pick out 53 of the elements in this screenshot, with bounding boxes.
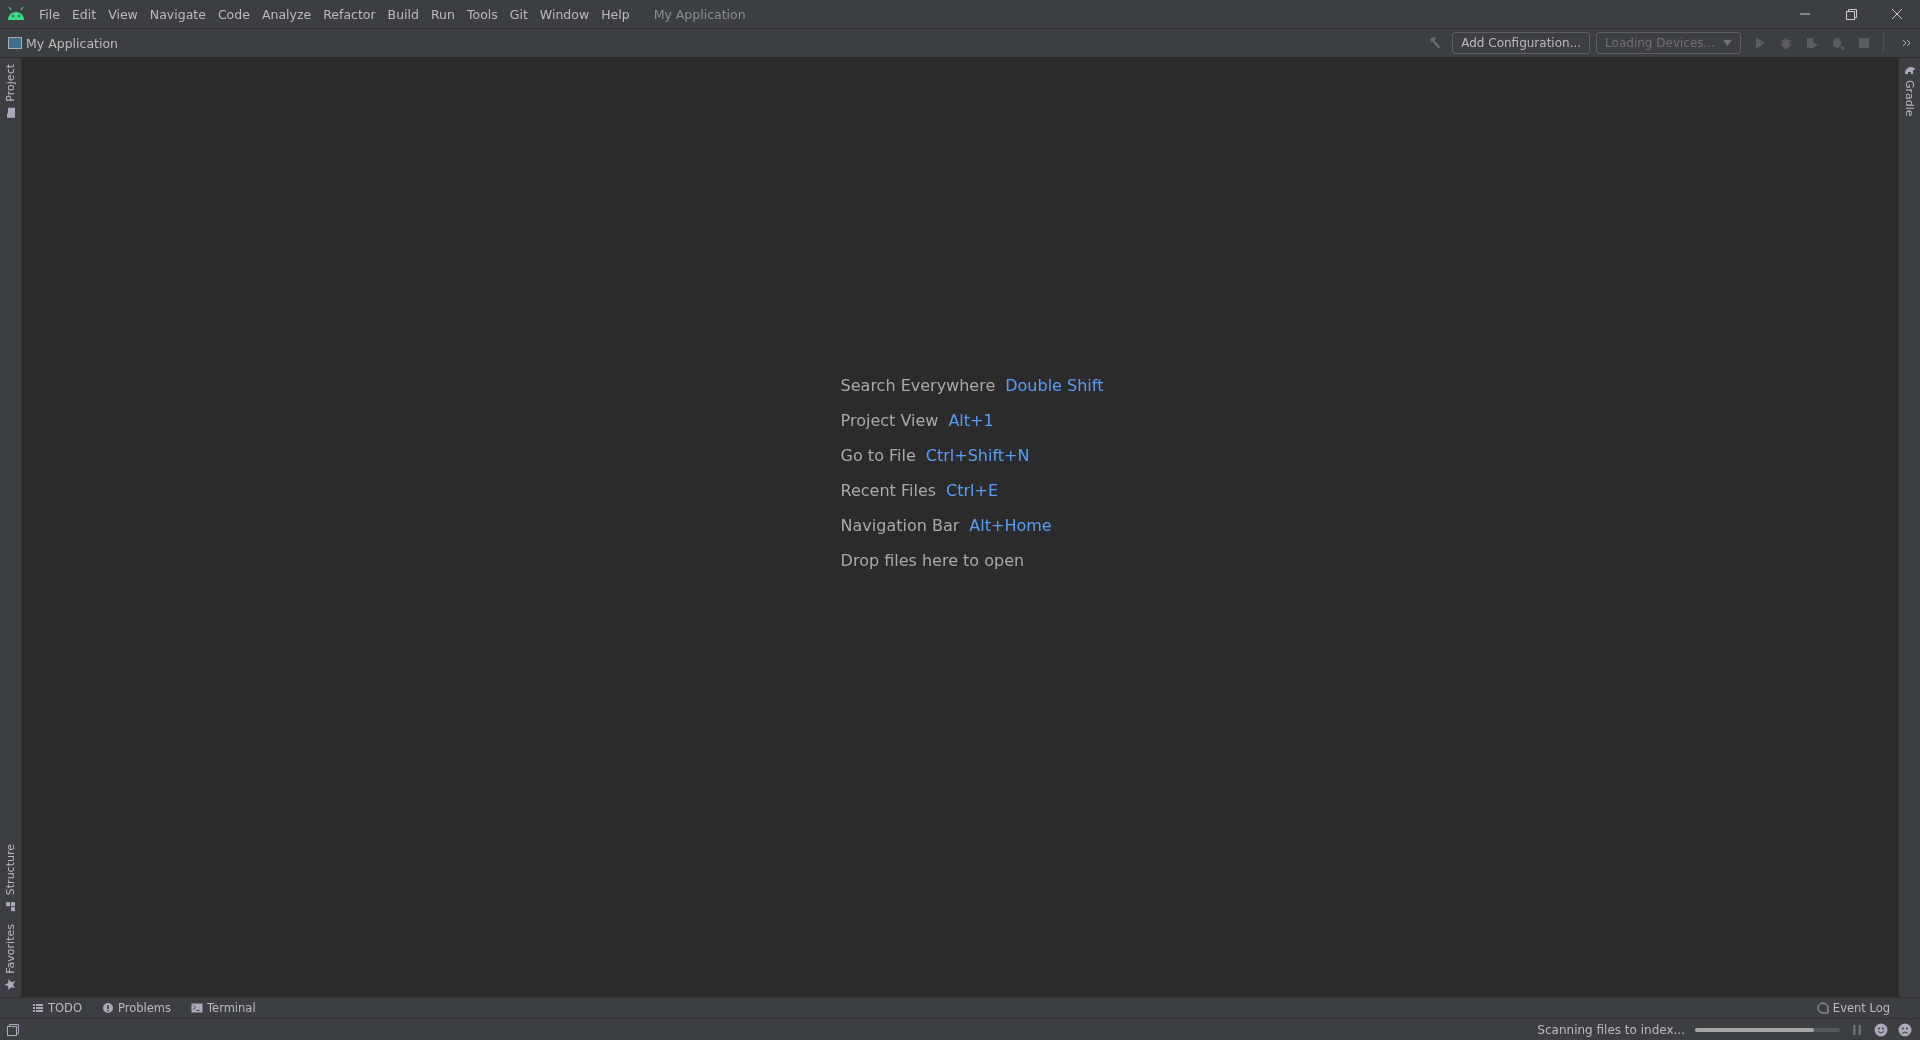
hint-label: Search Everywhere	[840, 375, 996, 395]
hint-label: Go to File	[840, 445, 916, 465]
tool-window-tab[interactable]: Gradle	[1903, 58, 1916, 123]
tool-window-tab[interactable]: Structure	[4, 838, 17, 919]
smile-icon[interactable]	[1874, 1022, 1888, 1037]
menu-item[interactable]: Code	[211, 6, 256, 22]
tool-window-tab[interactable]: Problems	[102, 1001, 171, 1015]
menu-item[interactable]: Run	[425, 6, 461, 22]
tool-window-tab[interactable]: Project	[4, 58, 17, 125]
menu-item[interactable]: Window	[533, 6, 596, 22]
hint-label: Project View	[840, 410, 939, 430]
event-log-tab[interactable]: Event Log	[1816, 1001, 1890, 1015]
menu-item[interactable]: Help	[595, 6, 636, 22]
chevron-icon[interactable]	[1902, 38, 1912, 48]
hint-label: Recent Files	[840, 480, 937, 500]
menu-item[interactable]: Tools	[460, 6, 504, 22]
shortcut-text: Alt+Home	[969, 515, 1052, 535]
terminal-icon	[191, 1002, 203, 1014]
speech-bubble-icon	[1816, 1002, 1829, 1014]
status-text: Scanning files to index...	[1537, 1022, 1685, 1037]
add-configuration-button[interactable]: Add Configuration...	[1452, 32, 1591, 54]
window-icon	[8, 37, 22, 49]
menu-item[interactable]: Refactor	[317, 6, 382, 22]
bug-icon[interactable]	[1778, 35, 1794, 51]
shortcut-text: Ctrl+Shift+N	[925, 445, 1030, 465]
panel-toggle-icon[interactable]	[6, 1022, 20, 1037]
menu-item[interactable]: Navigate	[143, 6, 212, 22]
menu-item[interactable]: Analyze	[255, 6, 318, 22]
pause-icon[interactable]	[1850, 1022, 1864, 1037]
window-title: My Application	[653, 6, 746, 22]
alert-icon	[102, 1002, 114, 1014]
shortcut-text: Ctrl+E	[946, 480, 999, 500]
tool-window-tab[interactable]: TODO	[32, 1001, 82, 1015]
menu-item[interactable]: Build	[381, 6, 425, 22]
menu-item[interactable]: View	[102, 6, 144, 22]
tool-window-tab[interactable]: Terminal	[191, 1001, 256, 1015]
project-name[interactable]: My Application	[26, 35, 118, 51]
frown-icon[interactable]	[1898, 1022, 1912, 1037]
android-logo-icon	[7, 7, 25, 21]
folder-icon	[4, 106, 17, 119]
menu-item[interactable]: Edit	[65, 6, 103, 22]
star-icon	[4, 979, 17, 991]
menu-item[interactable]: Git	[503, 6, 534, 22]
hint-label: Navigation Bar	[840, 515, 960, 535]
stop-icon[interactable]	[1856, 35, 1872, 51]
structure-icon	[4, 900, 17, 913]
tool-window-tab[interactable]: Favorites	[4, 918, 17, 997]
list-icon	[32, 1002, 44, 1014]
hint-label: Drop files here to open	[840, 550, 1025, 570]
menu-item[interactable]: File	[33, 6, 66, 22]
caret-icon	[1723, 40, 1732, 46]
shortcut-text: Alt+1	[948, 410, 994, 430]
shortcut-text: Double Shift	[1005, 375, 1104, 395]
